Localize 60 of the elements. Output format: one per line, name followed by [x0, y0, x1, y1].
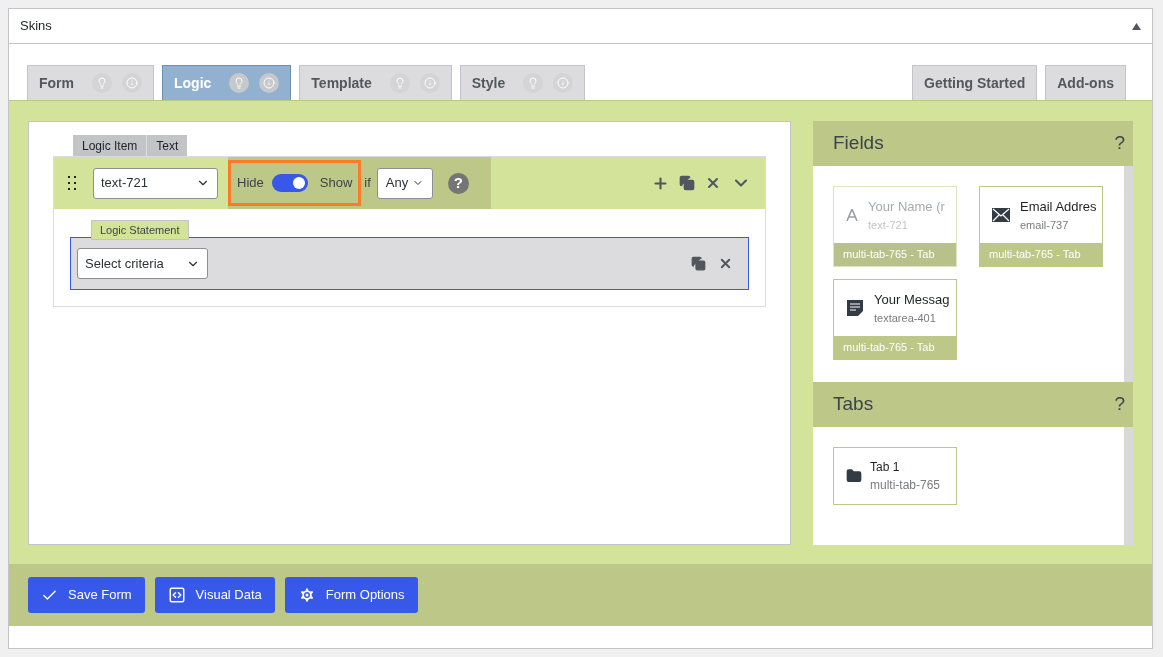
folder-icon — [846, 468, 862, 484]
panel-title: Tabs — [833, 392, 874, 417]
action-button[interactable]: Form Options — [284, 577, 418, 613]
field-name: Your Messag — [874, 291, 950, 309]
panel-title: Fields — [833, 131, 884, 156]
lightbulb-icon[interactable] — [92, 73, 112, 93]
field-id: textarea-401 — [874, 310, 937, 326]
lightbulb-icon[interactable] — [389, 73, 410, 93]
lightbulb-icon[interactable] — [523, 73, 544, 93]
field-name: Email Addres — [1020, 198, 1097, 216]
info-icon[interactable] — [553, 73, 574, 93]
tab[interactable]: Add-ons — [1045, 65, 1126, 100]
statement-label: Logic Statement — [91, 220, 189, 240]
show-label: Show — [319, 174, 353, 193]
scrollbar[interactable] — [1124, 427, 1133, 545]
if-label: if — [364, 174, 371, 193]
criteria-select[interactable]: Select criteria — [77, 248, 208, 279]
field-id: email-737 — [1020, 217, 1070, 233]
action-button[interactable]: Save Form — [28, 577, 145, 613]
close-icon[interactable] — [705, 175, 721, 191]
tab-card[interactable]: Tab 1 multi-tab-765 — [833, 447, 957, 505]
tab-name: Tab 1 — [870, 459, 901, 476]
tab[interactable]: Style — [459, 65, 586, 100]
hide-label: Hide — [237, 174, 264, 193]
field-id: text-721 — [868, 217, 909, 233]
copy-icon[interactable] — [691, 256, 706, 271]
field-tab: multi-tab-765 - Tab — [980, 243, 1102, 266]
collapse-arrow-icon[interactable] — [1132, 22, 1141, 30]
toggle-switch[interactable] — [271, 174, 308, 192]
match-select[interactable]: Any — [376, 167, 433, 199]
close-icon[interactable] — [718, 256, 733, 271]
field-tab: multi-tab-765 - Tab — [834, 336, 956, 359]
help-link[interactable]: ? — [1114, 390, 1125, 419]
tab[interactable]: Template — [299, 65, 452, 100]
field-tab: multi-tab-765 - Tab — [834, 243, 956, 266]
copy-icon[interactable] — [679, 175, 695, 191]
tab[interactable]: Getting Started — [912, 65, 1038, 100]
drag-handle-icon[interactable] — [67, 175, 77, 191]
info-icon[interactable] — [259, 73, 280, 93]
scrollbar[interactable] — [1124, 166, 1133, 382]
field-card[interactable]: Your Messag textarea-401 multi-tab-765 - Tab — [833, 279, 957, 360]
action-button[interactable]: Visual Data — [154, 577, 275, 613]
add-icon[interactable] — [652, 174, 669, 192]
info-icon[interactable] — [419, 73, 440, 93]
item-label: Logic Item — [73, 135, 147, 156]
help-link[interactable]: ? — [1114, 129, 1125, 158]
info-icon[interactable] — [122, 73, 142, 93]
field-select[interactable]: text-721 — [93, 167, 218, 199]
lightbulb-icon[interactable] — [229, 73, 250, 93]
tab-id: multi-tab-765 — [870, 477, 941, 494]
field-name: Your Name (r — [868, 198, 945, 216]
panel-title: Skins — [20, 17, 52, 36]
field-card[interactable]: Email Addres email-737 multi-tab-765 - Tab — [979, 186, 1103, 267]
help-icon[interactable]: ? — [447, 172, 469, 194]
letter-a-icon — [846, 209, 858, 221]
tab[interactable]: Form — [27, 65, 154, 100]
item-label: Text — [146, 135, 188, 156]
code-icon — [167, 586, 186, 604]
note-icon — [846, 299, 864, 317]
envelope-icon — [992, 208, 1010, 222]
